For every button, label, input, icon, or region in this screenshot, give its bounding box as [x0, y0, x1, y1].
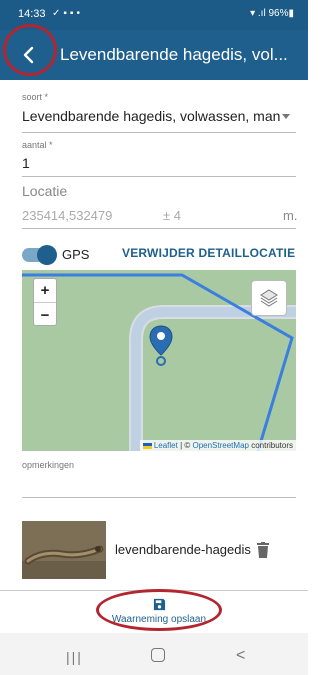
- accuracy-field: ± 4: [163, 208, 181, 223]
- opmerkingen-input[interactable]: [22, 497, 296, 498]
- status-bar: 14:33 ✓▪▪• ▾ .ıl 96%▮: [0, 0, 308, 30]
- lizard-photo: [22, 521, 106, 579]
- zoom-control: + −: [33, 278, 57, 326]
- signal-icon: ▾ .ıl: [250, 8, 269, 19]
- soort-underline: [22, 132, 296, 133]
- page-title: Levendbarende hagedis, vol...: [60, 45, 288, 64]
- location-pin-icon[interactable]: [149, 325, 173, 367]
- battery-level: 96%: [268, 8, 289, 19]
- system-navigation-bar: ||| <: [0, 633, 308, 675]
- attribution-suffix: contributors: [248, 441, 293, 450]
- trash-icon[interactable]: [257, 542, 269, 558]
- aantal-input[interactable]: 1: [22, 155, 30, 171]
- leaflet-link[interactable]: Leaflet: [154, 441, 178, 450]
- toggle-knob: [37, 245, 57, 265]
- osm-link[interactable]: OpenStreetMap: [192, 441, 248, 450]
- status-right: ▾ .ıl 96%▮: [250, 8, 294, 19]
- map[interactable]: + − Leaflet | © OpenStreetMap contributo…: [22, 270, 296, 451]
- opmerkingen-label: opmerkingen: [22, 460, 75, 470]
- flag-icon: [142, 442, 152, 449]
- battery-icon: ▮: [288, 8, 294, 19]
- layers-button[interactable]: [251, 280, 287, 316]
- aantal-underline: [22, 176, 296, 177]
- coordinates-field: 235414,532479: [22, 208, 113, 223]
- gps-label: GPS: [62, 247, 90, 262]
- locatie-label: Locatie: [22, 183, 68, 199]
- photo-thumbnail[interactable]: [22, 521, 106, 579]
- zoom-out-button[interactable]: −: [34, 303, 56, 327]
- locatie-underline: [22, 228, 296, 229]
- home-icon[interactable]: [151, 648, 165, 662]
- gps-toggle[interactable]: [22, 245, 57, 265]
- accuracy-unit: m.: [283, 208, 298, 223]
- zoom-in-button[interactable]: +: [34, 279, 56, 303]
- recents-icon[interactable]: |||: [66, 649, 83, 665]
- notification-icons: ✓▪▪•: [52, 8, 83, 19]
- attribution-separator: | ©: [177, 441, 193, 450]
- photo-filename: levendbarende-hagedis: [115, 542, 251, 557]
- soort-select[interactable]: Levendbarende hagedis, volwassen, man: [22, 108, 280, 124]
- layers-icon: [260, 289, 278, 307]
- map-attribution: Leaflet | © OpenStreetMap contributors: [139, 440, 296, 451]
- soort-label: soort *: [22, 92, 49, 102]
- annotation-circle-save: [96, 589, 222, 631]
- status-time: 14:33: [18, 8, 46, 20]
- delete-location-button[interactable]: VERWIJDER DETAILLOCATIE: [122, 246, 295, 260]
- back-icon[interactable]: <: [236, 647, 245, 665]
- chevron-down-icon[interactable]: [282, 114, 290, 119]
- annotation-circle-back: [3, 24, 57, 76]
- aantal-label: aantal *: [22, 140, 53, 150]
